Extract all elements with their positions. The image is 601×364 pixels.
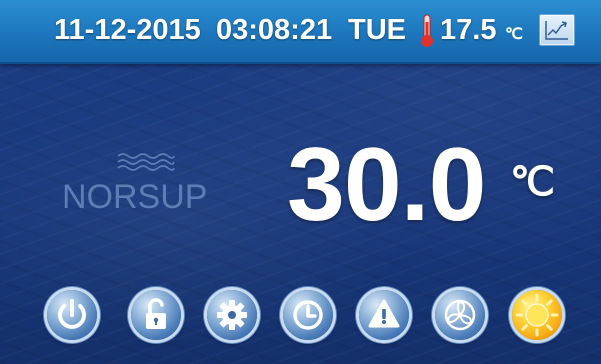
brand-name: NORSUP [62, 178, 208, 216]
trend-chart-icon [545, 21, 568, 40]
settings-button[interactable] [207, 290, 257, 340]
heat-pump-display: 11-12-2015 03:08:21 TUE 17.5 ℃ NORSUP 30… [0, 0, 601, 364]
status-bar: 11-12-2015 03:08:21 TUE 17.5 ℃ [0, 0, 601, 64]
clock-icon [293, 300, 323, 330]
timer-button[interactable] [283, 290, 333, 340]
gear-icon [217, 300, 247, 330]
sun-icon [515, 293, 559, 337]
brand-logo: NORSUP [62, 150, 242, 230]
date-display: 11-12-2015 [54, 14, 201, 46]
thermometer-icon [421, 14, 433, 47]
unlock-icon [146, 298, 166, 329]
alarm-button[interactable] [359, 290, 409, 340]
trend-chart-button[interactable] [539, 14, 575, 46]
waves-icon [117, 153, 175, 171]
setpoint-unit: ℃ [510, 160, 555, 204]
power-icon [58, 299, 86, 329]
outdoor-temperature-unit: ℃ [505, 26, 523, 43]
warning-icon [368, 299, 400, 328]
heating-mode-button[interactable] [512, 290, 562, 340]
lock-button[interactable] [131, 290, 181, 340]
setpoint-temperature[interactable]: 30.0 [287, 130, 486, 240]
outdoor-temperature: 17.5 [440, 14, 497, 46]
fan-icon [444, 299, 476, 331]
power-button[interactable] [47, 290, 97, 340]
weekday-display: TUE [348, 14, 406, 46]
fan-button[interactable] [435, 290, 485, 340]
time-display: 03:08:21 [216, 14, 333, 46]
